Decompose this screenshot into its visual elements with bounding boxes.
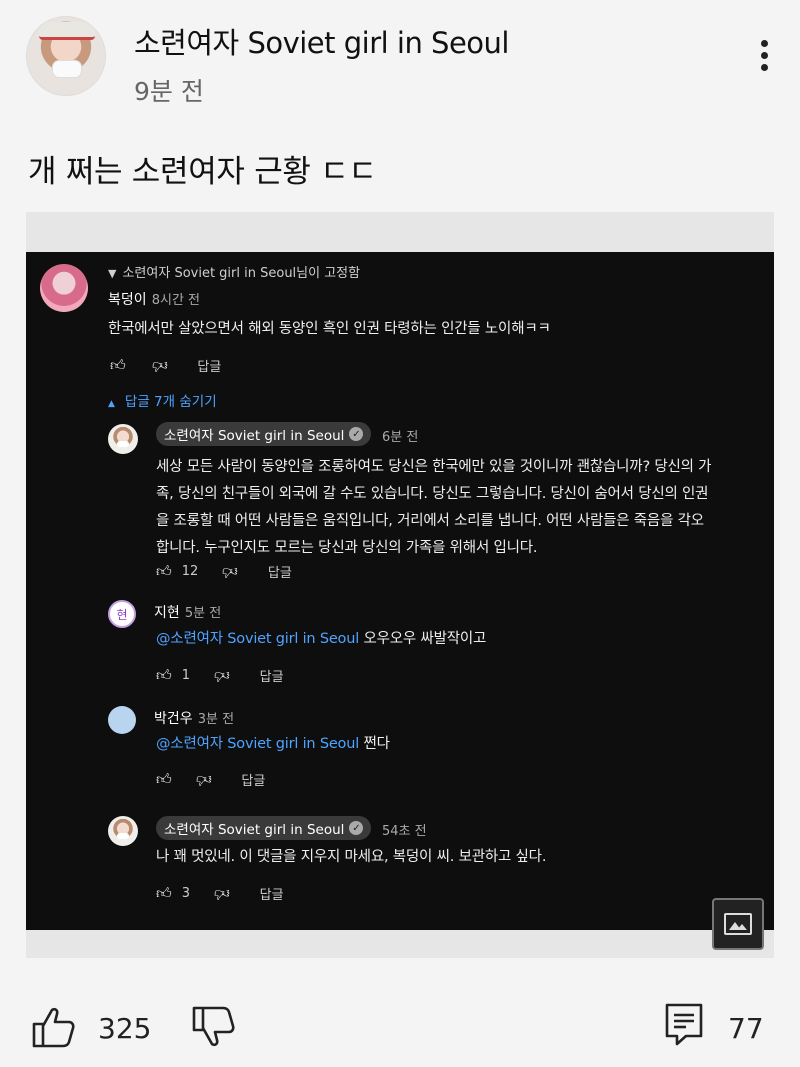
pinned-label: ▼ 소련여자 Soviet girl in Seoul님이 고정함 <box>108 266 361 281</box>
reply-time: 6분 전 <box>382 430 419 445</box>
reply-meta: 지현 5분 전 <box>154 602 221 622</box>
reply-actions: 👍︎ 1 👍︎ 답글 <box>156 666 284 685</box>
reply-time: 5분 전 <box>184 606 222 621</box>
comment-screenshot: ▼ 소련여자 Soviet girl in Seoul님이 고정함 복덩이 8시간… <box>26 252 774 930</box>
commenter-avatar <box>40 264 88 312</box>
post-time: 9분 전 <box>134 77 204 106</box>
post-header: 소련여자 Soviet girl in Seoul 9분 전 <box>26 16 786 106</box>
post-actions-bar: 325 77 <box>0 996 800 1066</box>
reply-meta: 박건우 3분 전 <box>154 708 234 728</box>
reply-button[interactable]: 답글 <box>268 562 292 581</box>
dislike-icon[interactable]: 👍︎ <box>152 356 168 375</box>
reply-time: 54초 전 <box>382 824 427 839</box>
like-icon[interactable]: 👍︎ <box>156 770 172 789</box>
dislike-icon[interactable]: 👍︎ <box>222 562 238 581</box>
like-count: 12 <box>181 564 199 579</box>
reply-actions: 👍︎ 👍︎ 답글 <box>156 770 265 789</box>
thumbs-down-icon[interactable] <box>190 1004 236 1050</box>
comment-time: 8시간 전 <box>151 293 201 308</box>
reply-actions: 👍︎ 12 👍︎ 답글 <box>156 562 292 581</box>
comment-actions: 👍︎ 👍︎ 답글 <box>110 356 221 375</box>
post-image[interactable]: ▼ 소련여자 Soviet girl in Seoul님이 고정함 복덩이 8시간… <box>26 212 774 958</box>
reply-button[interactable]: 답글 <box>260 884 284 903</box>
reply-author-badge: 소련여자 Soviet girl in Seoul ✓ <box>156 816 372 840</box>
reply-time: 3분 전 <box>197 712 235 727</box>
mention-link[interactable]: @소련여자 Soviet girl in Seoul <box>156 736 359 752</box>
comment-icon[interactable] <box>664 1002 704 1048</box>
chevron-up-icon: ▲ <box>108 399 115 409</box>
like-icon[interactable]: 👍︎ <box>156 884 172 903</box>
avatar-hat-detail <box>39 22 95 40</box>
comment-meta: 복덩이 8시간 전 <box>108 289 200 309</box>
like-icon[interactable]: 👍︎ <box>156 562 172 581</box>
more-options-icon[interactable] <box>756 40 772 80</box>
reply-author: 박건우 <box>154 711 193 727</box>
channel-name[interactable]: 소련여자 Soviet girl in Seoul <box>134 20 510 62</box>
dislike-icon[interactable]: 👍︎ <box>214 666 230 685</box>
thumbs-up-icon[interactable] <box>30 1004 76 1050</box>
mention-link[interactable]: @소련여자 Soviet girl in Seoul <box>156 631 359 647</box>
reply-button[interactable]: 답글 <box>260 666 284 685</box>
reply-avatar <box>108 706 136 734</box>
like-count: 1 <box>181 668 190 683</box>
like-count: 3 <box>181 886 190 901</box>
pin-icon: ▼ <box>108 267 117 280</box>
reply-avatar: 현 <box>108 600 136 628</box>
reply-text: 나 꽤 멋있네. 이 댓글을 지우지 마세요, 복덩이 씨. 보관하고 싶다. <box>156 849 547 865</box>
reply-text: @소련여자 Soviet girl in Seoul 쩐다 <box>156 736 390 752</box>
dislike-icon[interactable]: 👍︎ <box>196 770 212 789</box>
verified-icon: ✓ <box>349 427 364 441</box>
comment-author: 복덩이 <box>108 292 147 308</box>
channel-avatar[interactable] <box>26 16 106 96</box>
reply-text: @소련여자 Soviet girl in Seoul 오우오우 싸발작이고 <box>156 631 487 647</box>
hide-replies-toggle[interactable]: ▲ 답글 7개 숨기기 <box>108 390 217 410</box>
image-gallery-icon[interactable] <box>712 898 764 950</box>
reply-button[interactable]: 답글 <box>241 770 265 789</box>
reply-button[interactable]: 답글 <box>197 356 221 375</box>
like-count: 325 <box>98 1012 152 1045</box>
comment-text: 한국에서만 살았으면서 해외 동양인 흑인 인권 타령하는 인간들 노이해ㅋㅋ <box>108 321 551 337</box>
reply-actions: 👍︎ 3 👍︎ 답글 <box>156 884 284 903</box>
comment-count: 77 <box>728 1012 764 1045</box>
reply-text: 세상 모든 사람이 동양인을 조롱하여도 당신은 한국에만 있을 것이니까 괜찮… <box>156 459 712 556</box>
like-icon[interactable]: 👍︎ <box>156 666 172 685</box>
reply-author: 지현 <box>154 605 180 621</box>
reply-avatar <box>108 816 138 846</box>
post-text: 개 쩌는 소련여자 근황 ㄷㄷ <box>28 154 377 190</box>
verified-icon: ✓ <box>349 821 364 835</box>
dislike-icon[interactable]: 👍︎ <box>214 884 230 903</box>
avatar-mask-detail <box>52 60 82 78</box>
reply-avatar <box>108 424 138 454</box>
like-icon[interactable]: 👍︎ <box>110 356 126 375</box>
reply-author-badge: 소련여자 Soviet girl in Seoul ✓ <box>156 422 372 446</box>
